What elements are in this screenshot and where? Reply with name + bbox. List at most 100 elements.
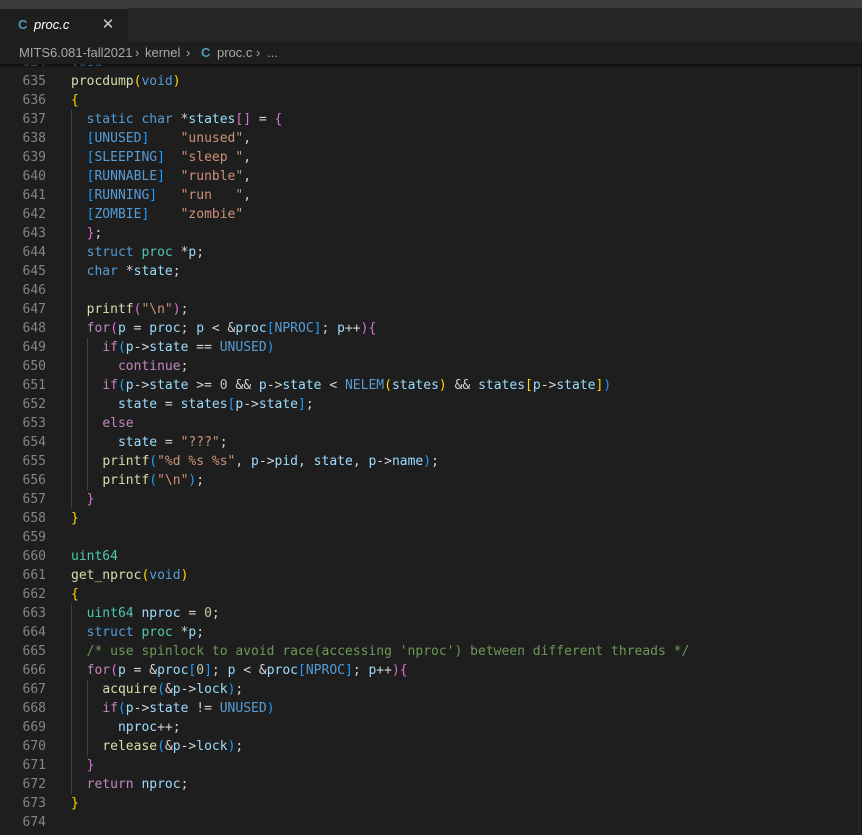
code-line[interactable]: 650 continue; (0, 357, 862, 376)
line-number: 638 (22, 131, 46, 146)
line-number: 650 (22, 359, 46, 374)
code-line[interactable]: 661 get_nproc(void) (0, 566, 862, 585)
code-line[interactable]: 666 for(p = &proc[0]; p < &proc[NPROC]; … (0, 661, 862, 680)
line-number: 639 (22, 150, 46, 165)
code-line[interactable]: 662 { (0, 585, 862, 604)
code-text: } (86, 492, 95, 507)
code-line[interactable]: 636 { (0, 91, 862, 110)
line-number: 641 (22, 188, 46, 203)
code-text: if(p->state >= 0 && p->state < NELEM(sta… (102, 378, 612, 393)
code-line[interactable]: 645 char *state; (0, 262, 862, 281)
line-number: 644 (22, 245, 46, 260)
indent-guide (71, 110, 72, 509)
chevron-right-icon: › (256, 45, 261, 60)
code-text: if(p->state == UNUSED) (102, 340, 275, 355)
title-strip (0, 0, 862, 8)
code-line[interactable]: 664 struct proc *p; (0, 623, 862, 642)
code-text: } (71, 511, 79, 526)
line-number: 643 (22, 226, 46, 241)
code-line[interactable]: 653 else (0, 414, 862, 433)
breadcrumb-file[interactable]: proc.c (217, 45, 252, 60)
scroll-shadow (0, 64, 862, 68)
code-editor[interactable]: 634void635procdump(void)636{637 static c… (0, 64, 862, 835)
code-line[interactable]: 646 (0, 281, 862, 300)
code-line[interactable]: 668 if(p->state != UNUSED) (0, 699, 862, 718)
code-text: printf("\n"); (86, 302, 189, 317)
indent-guide (86, 338, 88, 490)
line-number: 671 (22, 758, 46, 773)
code-text: { (71, 587, 79, 602)
code-line[interactable]: 669 nproc++; (0, 718, 862, 737)
tab-title[interactable]: proc.c (34, 17, 69, 32)
code-line[interactable]: 673} (0, 794, 862, 813)
tab-proc-c[interactable]: C proc.c ✕ (0, 8, 128, 42)
code-line[interactable]: 643 }; (0, 224, 862, 243)
code-line[interactable]: 638 [UNUSED] "unused", (0, 129, 862, 148)
code-line[interactable]: 641 [RUNNING] "run ", (0, 186, 862, 205)
code-text: [UNUSED] "unused", (86, 131, 252, 146)
line-number: 640 (22, 169, 46, 184)
breadcrumb-subfolder[interactable]: kernel (145, 45, 180, 60)
line-number: 666 (22, 663, 46, 678)
code-line[interactable]: 635 procdump(void) (0, 72, 862, 91)
code-line[interactable]: 652 state = states[p->state]; (0, 395, 862, 414)
line-number: 655 (22, 454, 46, 469)
c-file-icon: C (18, 17, 28, 32)
code-line[interactable]: 649 if(p->state == UNUSED) (0, 338, 862, 357)
breadcrumb-more[interactable]: ... (267, 45, 278, 60)
line-number: 665 (22, 644, 46, 659)
line-number: 649 (22, 340, 46, 355)
code-line[interactable]: 647 printf("\n"); (0, 300, 862, 319)
code-text: uint64 (71, 549, 118, 564)
code-text: [RUNNING] "run ", (86, 188, 252, 203)
code-line[interactable]: 670 release(&p->lock); (0, 737, 862, 756)
line-number: 651 (22, 378, 46, 393)
editor-edge (858, 64, 859, 835)
code-line[interactable]: 659 (0, 528, 862, 547)
code-line[interactable]: 671 } (0, 756, 862, 775)
code-line[interactable]: 651 if(p->state >= 0 && p->state < NELEM… (0, 376, 862, 395)
code-line[interactable]: 648 for(p = proc; p < &proc[NPROC]; p++)… (0, 319, 862, 338)
line-number: 673 (22, 796, 46, 811)
code-text: static char *states[] = { (86, 112, 283, 127)
code-line[interactable]: 660 uint64 (0, 547, 862, 566)
code-line[interactable]: 642 [ZOMBIE] "zombie" (0, 205, 862, 224)
line-number: 659 (22, 530, 46, 545)
code-text: /* use spinlock to avoid race(accessing … (86, 644, 690, 659)
code-line[interactable]: 674 (0, 813, 862, 832)
code-text: get_nproc(void) (71, 568, 189, 583)
c-file-icon: C (201, 45, 211, 60)
code-text: for(p = &proc[0]; p < &proc[NPROC]; p++)… (86, 663, 408, 678)
code-text: state = states[p->state]; (117, 397, 314, 412)
code-text: struct proc *p; (86, 245, 205, 260)
code-line[interactable]: 658} (0, 509, 862, 528)
code-line[interactable]: 639 [SLEEPING] "sleep ", (0, 148, 862, 167)
code-line[interactable]: 640 [RUNNABLE] "runble", (0, 167, 862, 186)
code-text: [ZOMBIE] "zombie" (86, 207, 244, 222)
code-line[interactable]: 665 /* use spinlock to avoid race(access… (0, 642, 862, 661)
code-line[interactable]: 663 uint64 nproc = 0; (0, 604, 862, 623)
code-text: printf("%d %s %s", p->pid, state, p->nam… (102, 454, 439, 469)
code-text: [RUNNABLE] "runble", (86, 169, 252, 184)
code-line[interactable]: 654 state = "???"; (0, 433, 862, 452)
line-number: 636 (22, 93, 46, 108)
line-number: 656 (22, 473, 46, 488)
line-number: 670 (22, 739, 46, 754)
code-text: state = "???"; (117, 435, 228, 450)
chevron-right-icon: › (186, 45, 191, 60)
code-line[interactable]: 672 return nproc; (0, 775, 862, 794)
line-number: 653 (22, 416, 46, 431)
line-number: 664 (22, 625, 46, 640)
code-text: for(p = proc; p < &proc[NPROC]; p++){ (86, 321, 377, 336)
code-line[interactable]: 667 acquire(&p->lock); (0, 680, 862, 699)
code-line[interactable]: 637 static char *states[] = { (0, 110, 862, 129)
indent-guide (86, 680, 88, 756)
breadcrumb-folder[interactable]: MITS6.081-fall2021 (19, 45, 132, 60)
code-line[interactable]: 657 } (0, 490, 862, 509)
code-line[interactable]: 656 printf("\n"); (0, 471, 862, 490)
line-number: 652 (22, 397, 46, 412)
close-icon[interactable]: ✕ (100, 15, 116, 33)
code-line[interactable]: 644 struct proc *p; (0, 243, 862, 262)
code-line[interactable]: 655 printf("%d %s %s", p->pid, state, p-… (0, 452, 862, 471)
line-number: 657 (22, 492, 46, 507)
